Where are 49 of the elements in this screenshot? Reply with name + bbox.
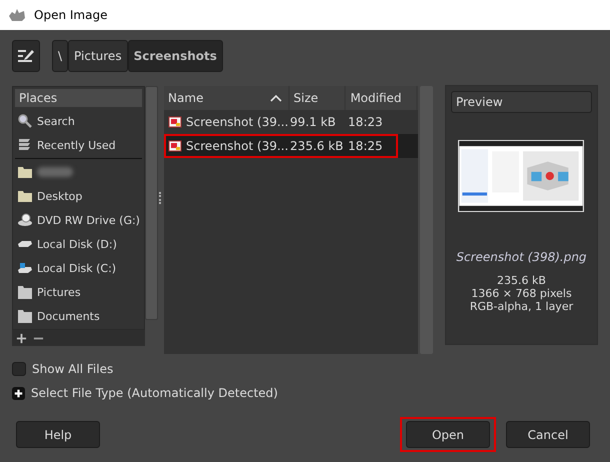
folder-icon (17, 164, 33, 180)
drive-icon (17, 212, 33, 228)
path-button[interactable]: \ (52, 40, 68, 72)
dialog-button[interactable]: Open (406, 421, 490, 448)
image-file-icon (168, 139, 182, 153)
search-icon (17, 113, 33, 129)
folder-icon (17, 284, 33, 300)
place-item[interactable]: Recently Used (37, 138, 116, 152)
place-item[interactable]: DVD RW Drive (G:) (37, 214, 140, 226)
checkbox[interactable] (12, 362, 26, 376)
image-file-icon (168, 115, 182, 129)
place-item[interactable]: Local Disk (C:) (37, 262, 116, 274)
place-item[interactable]: Documents (37, 310, 100, 322)
file-size: 235.6 kB (289, 139, 344, 153)
file-row[interactable]: Screenshot (39...235.6 kB 18:25 (164, 134, 418, 158)
file-info: RGB-alpha, 1 layer (470, 300, 574, 313)
place-item[interactable]: Desktop (37, 190, 82, 202)
checkbox-label[interactable]: Show All Files (32, 362, 114, 376)
column-header[interactable]: Modified (346, 86, 416, 110)
file-row[interactable]: Screenshot (39...99.1 kB 18:23 (164, 110, 418, 134)
dialog-button[interactable]: Help (16, 421, 100, 448)
edit-location-button[interactable] (12, 40, 40, 72)
file-name: Screenshot (39... (186, 139, 288, 153)
expand-icon[interactable] (12, 386, 25, 400)
add-icon[interactable] (16, 332, 27, 344)
dialog-button[interactable]: Cancel (506, 421, 590, 448)
column-header[interactable]: Name (164, 86, 288, 110)
place-item[interactable]: Pictures (37, 286, 81, 298)
column-header[interactable]: Size (290, 86, 344, 110)
file-size: 99.1 kB (289, 115, 337, 129)
file-info: 1366 × 768 pixels (470, 287, 573, 300)
expander-label[interactable]: Select File Type (Automatically Detected) (31, 386, 278, 400)
file-modified: 18:25 (347, 139, 384, 153)
folder-icon (17, 188, 33, 204)
file-modified: 18:23 (347, 115, 384, 129)
places-header: Places (15, 89, 142, 107)
path-button[interactable]: Pictures (68, 40, 128, 72)
place-item[interactable]: Search (37, 114, 75, 128)
file-name: Screenshot (39... (186, 115, 288, 129)
disk-icon (17, 263, 33, 273)
window-title: Open Image (34, 8, 108, 22)
preview-header: Preview (450, 91, 592, 113)
file-info: 235.6 kB (496, 274, 547, 287)
path-button[interactable]: Screenshots (128, 40, 223, 72)
folder-icon (17, 308, 33, 324)
stack-icon (17, 137, 33, 153)
place-item[interactable]: Local Disk (D:) (37, 238, 117, 250)
file-name: Screenshot (398).png (456, 250, 587, 264)
scrollbar[interactable] (145, 86, 158, 320)
